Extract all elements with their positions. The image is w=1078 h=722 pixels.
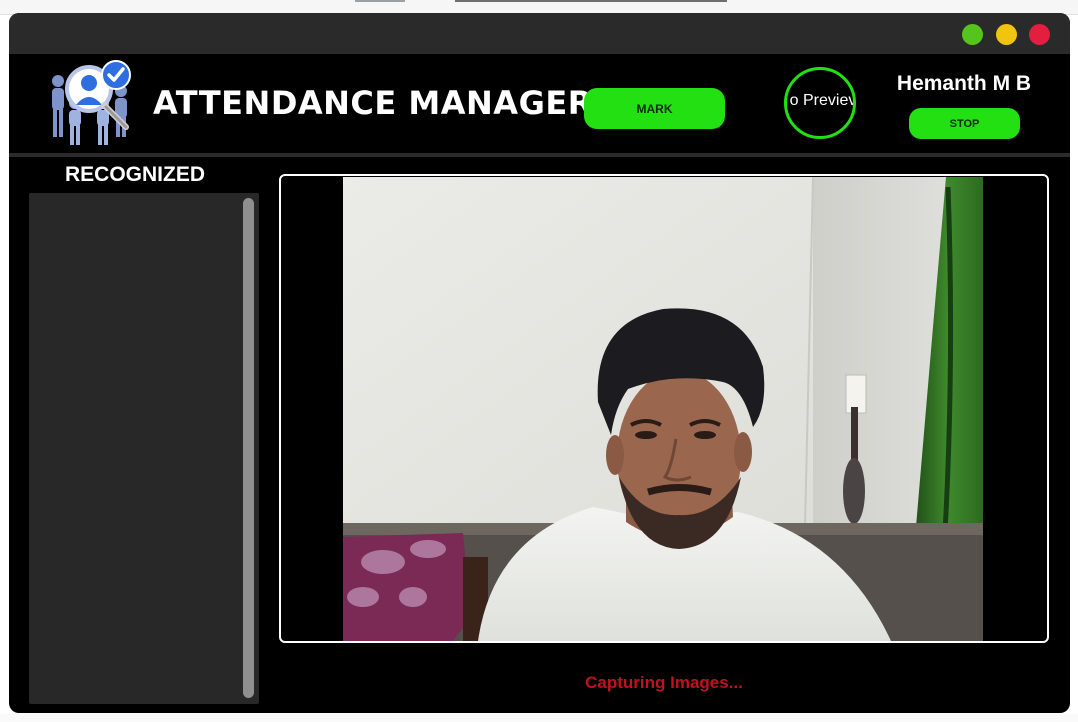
video-frame <box>279 174 1049 643</box>
minimize-button[interactable] <box>996 24 1017 45</box>
background-app-bottom <box>0 714 1078 722</box>
app-title: ATTENDANCE MANAGER <box>153 84 593 122</box>
recognized-title: RECOGNIZED <box>64 163 205 186</box>
app-header: ATTENDANCE MANAGER MARK o Previev Hemant… <box>9 54 1070 153</box>
recognized-scrollbar[interactable] <box>243 198 254 698</box>
app-window: ATTENDANCE MANAGER MARK o Previev Hemant… <box>9 13 1070 713</box>
close-button[interactable] <box>1029 24 1050 45</box>
preview-text: o Previev <box>789 92 856 109</box>
recognized-list[interactable] <box>29 193 259 704</box>
title-bar[interactable] <box>9 13 1070 54</box>
camera-feed <box>343 177 983 641</box>
maximize-button[interactable] <box>962 24 983 45</box>
header-divider <box>9 153 1070 157</box>
attendance-search-icon <box>52 60 131 145</box>
mark-button[interactable]: MARK <box>584 88 725 129</box>
user-name: Hemanth M B <box>896 72 1032 95</box>
status-text: Capturing Images... <box>585 673 743 692</box>
preview-thumbnail: o Previev <box>784 67 856 139</box>
stop-button[interactable]: STOP <box>909 108 1020 139</box>
